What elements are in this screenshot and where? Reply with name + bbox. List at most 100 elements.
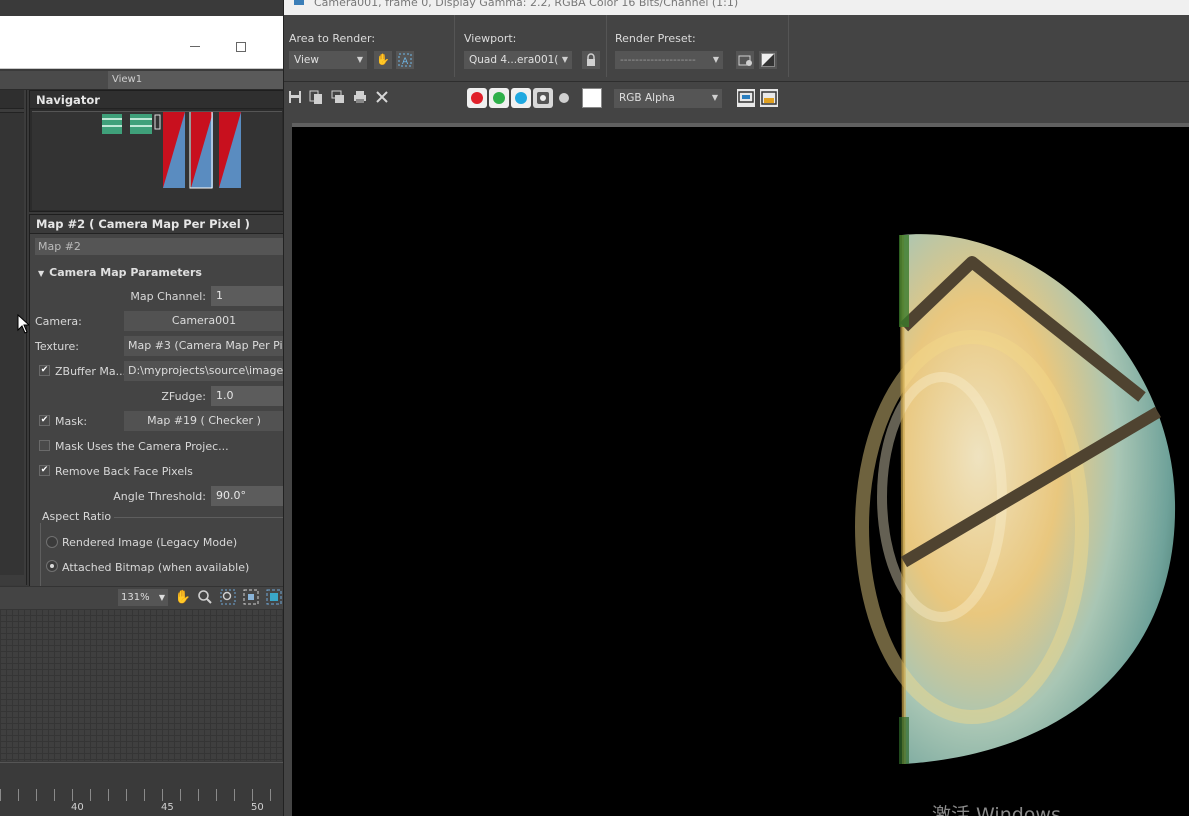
- red-channel-toggle[interactable]: [467, 88, 487, 108]
- color-swatch[interactable]: [582, 88, 602, 108]
- rendered-image-label: Rendered Image (Legacy Mode): [62, 536, 238, 549]
- zbuffer-label: ZBuffer Ma...: [55, 365, 127, 378]
- toolbar-divider: [788, 15, 789, 77]
- lock-viewport-icon[interactable]: [582, 51, 600, 69]
- view-zoom-bar: 131% ▼ ✋: [0, 586, 283, 609]
- map-panel-title: Map #2 ( Camera Map Per Pixel ): [30, 215, 283, 234]
- viewport-label: Viewport:: [464, 32, 517, 45]
- area-to-render-value: View: [294, 54, 319, 66]
- chevron-down-icon: ▼: [561, 55, 568, 64]
- zoom-value: 131%: [121, 592, 150, 603]
- time-slider[interactable]: 40 45 50: [0, 762, 283, 816]
- mouse-cursor-icon: [17, 314, 29, 334]
- remove-back-face-label: Remove Back Face Pixels: [55, 465, 193, 478]
- mask-map-button[interactable]: Map #19 ( Checker ): [124, 411, 283, 431]
- zoom-extents-selected-icon[interactable]: [265, 589, 283, 607]
- edit-region-hand-icon[interactable]: ✋: [374, 51, 392, 69]
- texture-map-button[interactable]: Map #3 (Camera Map Per Pixel: [124, 336, 283, 356]
- tab-view1[interactable]: View1: [108, 71, 283, 89]
- alpha-channel-toggle[interactable]: [533, 88, 553, 108]
- camera-pick-button[interactable]: Camera001: [124, 311, 283, 331]
- minimize-button[interactable]: [190, 46, 200, 47]
- background-window: [0, 16, 283, 69]
- toggle-ui-icon[interactable]: [760, 89, 778, 107]
- toolbar-divider: [454, 15, 455, 77]
- material-browser-strip: [0, 90, 27, 585]
- zbuffer-checkbox[interactable]: ✔: [39, 365, 50, 376]
- view-tab-bar: View1: [0, 71, 283, 90]
- auto-region-select-icon[interactable]: A: [396, 51, 414, 69]
- texture-label: Texture:: [35, 340, 79, 353]
- camera-map-rollout[interactable]: ▼ Camera Map Parameters: [38, 266, 202, 279]
- map-channel-input[interactable]: 1: [211, 286, 283, 306]
- chevron-down-icon: ▼: [356, 55, 363, 64]
- zoom-icon[interactable]: [196, 589, 214, 607]
- remove-back-face-checkbox[interactable]: ✔: [39, 465, 50, 476]
- zfudge-input[interactable]: 1.0: [211, 386, 283, 406]
- toggle-ui-overlay-icon[interactable]: [737, 89, 755, 107]
- timeline-ticks: [0, 789, 283, 801]
- blue-channel-toggle[interactable]: [511, 88, 531, 108]
- monochrome-toggle[interactable]: [559, 93, 569, 103]
- node-view-grid[interactable]: [0, 609, 283, 761]
- slate-material-editor: View1 Navigator Map #2 (Camera Map Per …: [0, 0, 283, 816]
- map-parameters-panel: Map #2 ( Camera Map Per Pixel ) Map #2 ▼…: [29, 214, 283, 588]
- render-preset-select[interactable]: -------------------- ▼: [615, 51, 723, 69]
- green-channel-toggle[interactable]: [489, 88, 509, 108]
- app-icon: [294, 0, 304, 5]
- toolbar-divider: [606, 15, 607, 77]
- rendered-image-radio[interactable]: [46, 536, 58, 548]
- clone-window-icon[interactable]: [330, 90, 346, 106]
- camera-label: Camera:: [35, 315, 82, 328]
- maximize-button[interactable]: [236, 42, 246, 52]
- mask-label: Mask:: [55, 415, 88, 428]
- zoom-select[interactable]: 131% ▼: [118, 589, 168, 606]
- render-window-title-bar[interactable]: Camera001, frame 0, Display Gamma: 2.2, …: [284, 0, 1189, 15]
- render-setup-toolbar: Area to Render: View ▼ ✋ A Viewport: Qua…: [284, 15, 1189, 82]
- render-setup-icon[interactable]: [736, 51, 754, 69]
- pan-hand-icon[interactable]: ✋: [174, 589, 192, 607]
- timeline-label-40: 40: [71, 802, 84, 813]
- print-image-icon[interactable]: [352, 90, 368, 106]
- mask-uses-camera-checkbox[interactable]: [39, 440, 50, 451]
- chevron-down-icon: ▼: [158, 593, 165, 602]
- zoom-extents-icon[interactable]: [242, 589, 260, 607]
- browser-header: [0, 90, 24, 109]
- navigator-view[interactable]: [32, 110, 282, 210]
- rollout-title: Camera Map Parameters: [49, 266, 202, 279]
- display-channel-select[interactable]: RGB Alpha ▼: [614, 89, 722, 108]
- navigator-panel: Navigator: [29, 90, 283, 212]
- rollout-triangle-icon: ▼: [38, 269, 45, 278]
- rendered-image-canvas[interactable]: 激活 Windows: [292, 123, 1189, 816]
- angle-threshold-input[interactable]: 90.0°: [211, 486, 283, 506]
- viewport-select[interactable]: Quad 4...era001( ▼: [464, 51, 572, 69]
- activation-watermark: 激活 Windows: [932, 804, 1061, 816]
- display-channel-value: RGB Alpha: [619, 92, 675, 104]
- aspect-ratio-title: Aspect Ratio: [39, 510, 115, 523]
- environment-effects-icon[interactable]: [759, 51, 777, 69]
- chevron-down-icon: ▼: [711, 93, 718, 102]
- render-preset-value: --------------------: [620, 54, 696, 66]
- timeline-label-50: 50: [251, 802, 264, 813]
- attached-bitmap-label: Attached Bitmap (when available): [62, 561, 250, 574]
- rendered-sphere-image: [855, 234, 1176, 765]
- copy-image-icon[interactable]: [308, 90, 324, 106]
- render-preset-label: Render Preset:: [615, 32, 696, 45]
- clear-icon[interactable]: [374, 90, 390, 106]
- zfudge-label: ZFudge:: [161, 390, 206, 403]
- timeline-label-45: 45: [161, 802, 174, 813]
- viewport-value: Quad 4...era001(: [469, 54, 559, 66]
- attached-bitmap-radio[interactable]: [46, 560, 58, 572]
- angle-threshold-label: Angle Threshold:: [113, 490, 206, 503]
- area-to-render-select[interactable]: View ▼: [289, 51, 367, 69]
- map-name-field[interactable]: Map #2: [35, 238, 283, 255]
- aspect-ratio-group: [40, 517, 283, 588]
- map-channel-label: Map Channel:: [130, 290, 206, 303]
- zbuffer-map-button[interactable]: D:\myprojects\source\image\3d: [124, 361, 283, 381]
- area-to-render-label: Area to Render:: [289, 32, 376, 45]
- render-window-title: Camera001, frame 0, Display Gamma: 2.2, …: [314, 0, 739, 9]
- zoom-region-icon[interactable]: [219, 589, 237, 607]
- save-image-icon[interactable]: [287, 90, 303, 106]
- browser-list[interactable]: [0, 112, 24, 575]
- mask-checkbox[interactable]: ✔: [39, 415, 50, 426]
